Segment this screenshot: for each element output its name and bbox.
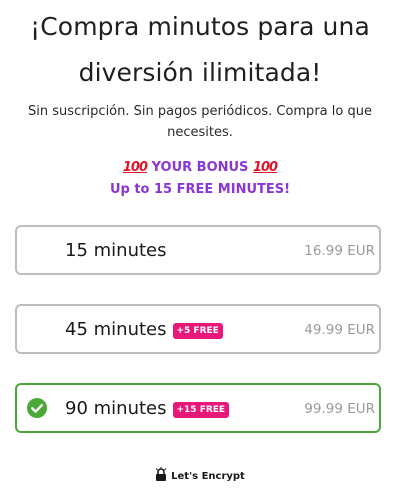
bonus-subtitle: Up to 15 FREE MINUTES! bbox=[109, 182, 291, 197]
security-badge: Let's Encrypt bbox=[0, 467, 400, 485]
bonus-heading: 100 YOUR BONUS 100 bbox=[0, 158, 400, 178]
plan-name: 45 minutes +5 FREE bbox=[65, 318, 223, 342]
plan-name: 15 minutes bbox=[65, 239, 167, 263]
subtitle-line-2: necesites. bbox=[167, 125, 233, 140]
lets-encrypt-icon bbox=[155, 467, 167, 481]
plan-option-90-minutes[interactable]: 90 minutes +15 FREE 99.99 EUR bbox=[15, 383, 381, 433]
plan-price: 49.99 EUR bbox=[304, 322, 375, 338]
plan-name-label: 45 minutes bbox=[65, 319, 167, 340]
free-minutes-badge: +5 FREE bbox=[172, 323, 223, 339]
hundred-points-icon: 100 bbox=[122, 160, 148, 175]
security-label: Let's Encrypt bbox=[171, 471, 245, 482]
headline-line-2: diversión ilimitada! bbox=[78, 58, 322, 87]
plan-price: 16.99 EUR bbox=[304, 243, 375, 259]
hundred-points-icon: 100 bbox=[252, 160, 278, 175]
subtitle-line-1: Sin suscripción. Sin pagos periódicos. C… bbox=[28, 104, 372, 119]
page-title: ¡Compra minutos para una diversión ilimi… bbox=[0, 4, 400, 96]
free-minutes-badge: +15 FREE bbox=[172, 402, 230, 418]
plan-price: 99.99 EUR bbox=[304, 401, 375, 417]
page-subtitle: Sin suscripción. Sin pagos periódicos. C… bbox=[10, 101, 390, 143]
purchase-minutes-page: ¡Compra minutos para una diversión ilimi… bbox=[0, 0, 400, 500]
plan-name-label: 15 minutes bbox=[65, 240, 167, 261]
plan-name: 90 minutes +15 FREE bbox=[65, 397, 230, 421]
check-circle-icon bbox=[27, 398, 47, 418]
plan-option-45-minutes[interactable]: 45 minutes +5 FREE 49.99 EUR bbox=[15, 304, 381, 354]
plan-name-label: 90 minutes bbox=[65, 398, 167, 419]
bonus-title-text: YOUR BONUS bbox=[151, 160, 249, 175]
headline-line-1: ¡Compra minutos para una bbox=[30, 12, 370, 41]
plan-option-15-minutes[interactable]: 15 minutes 16.99 EUR bbox=[15, 225, 381, 275]
